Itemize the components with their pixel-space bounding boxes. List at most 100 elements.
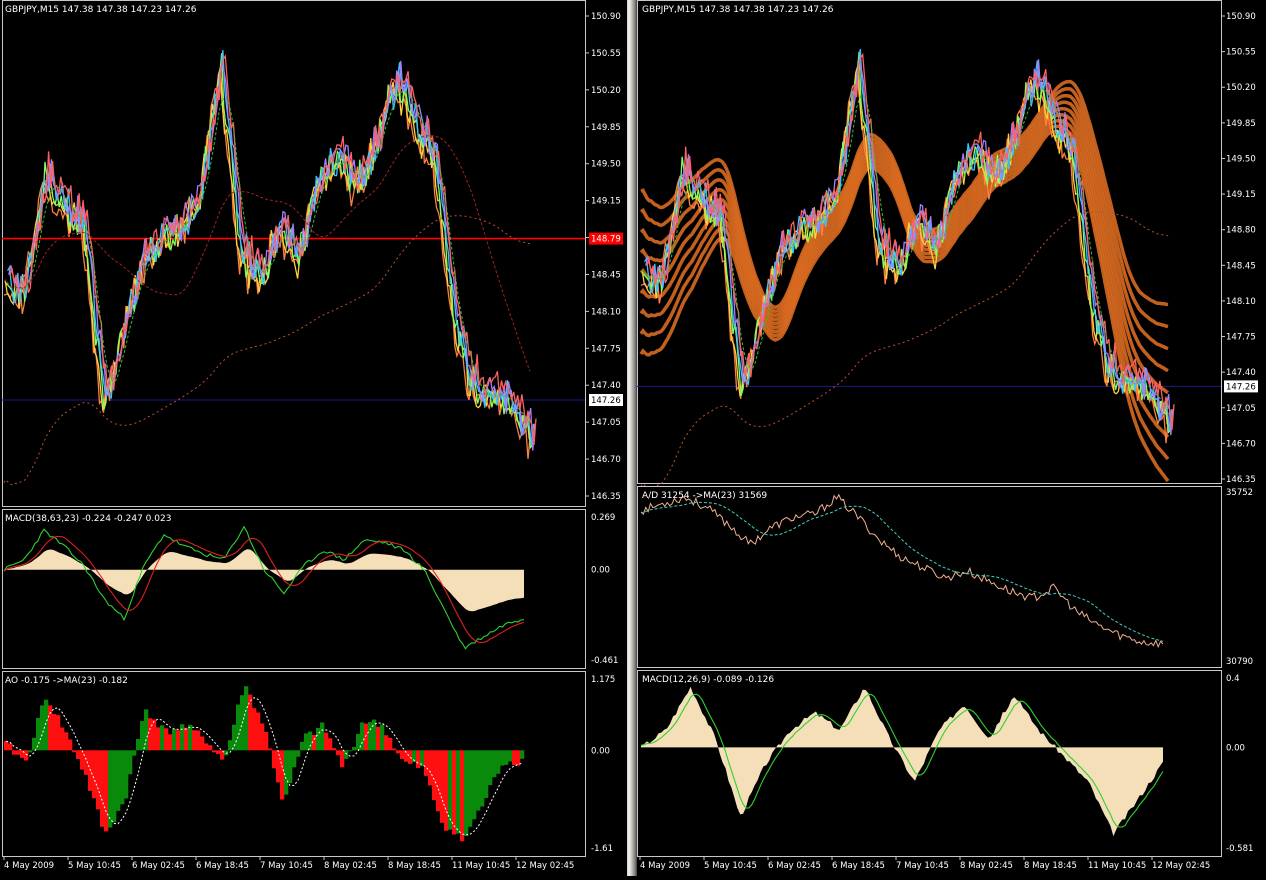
right-time-tick-label: 11 May 10:45 — [1088, 861, 1146, 871]
right-time-tick-label: 12 May 02:45 — [1152, 861, 1210, 871]
left-ao-bar — [512, 750, 517, 766]
right-price-tick-label: 148.10 — [1226, 297, 1256, 307]
left-ao-bar — [260, 723, 265, 751]
right-time-tick-label: 7 May 10:45 — [896, 861, 949, 871]
left-ao-bar — [496, 750, 501, 774]
left-ao-bar — [328, 738, 333, 751]
left-ao-bar — [12, 750, 17, 755]
left-ao-bar — [112, 750, 117, 823]
left-price-tick-label: 148.45 — [591, 270, 621, 280]
left-ao-bar — [212, 750, 217, 753]
left-ao-bar — [32, 737, 37, 751]
left-price-tick-label: 149.15 — [591, 197, 621, 207]
right-chart-svg[interactable]: 150.90 150.55 150.20 149.85 149.50 149.15 148.… — [637, 0, 1266, 876]
left-ao-bar — [456, 750, 461, 834]
left-ao-bar — [128, 750, 133, 775]
left-ao-bar — [24, 750, 29, 761]
left-ao-bar — [516, 750, 521, 766]
left-ao-bar — [252, 708, 257, 751]
left-price-tick-label: 146.70 — [591, 455, 621, 465]
left-time-tick-label: 11 May 10:45 — [452, 861, 510, 871]
left-ao-bar — [504, 750, 509, 765]
left-ao-bar — [284, 750, 289, 795]
left-ao-bar — [52, 713, 57, 751]
right-price-tag: 147.26 — [1226, 382, 1256, 392]
left-ao-bar — [332, 748, 337, 751]
left-ao-bar — [164, 728, 169, 751]
left-ao-bar — [424, 750, 429, 776]
left-price-tick-label: 147.75 — [591, 344, 621, 354]
left-ao-bar — [380, 724, 385, 751]
left-ao-bar — [64, 732, 69, 751]
right-price-tick-label: 150.20 — [1226, 83, 1256, 93]
left-ao-bar — [288, 750, 293, 784]
right-time-tick-label: 4 May 2009 — [640, 861, 690, 871]
left-chart-svg[interactable]: 150.90 150.55 150.20 149.85 149.50 149.15 148.… — [0, 0, 627, 876]
left-price-tick-label: 149.85 — [591, 123, 621, 133]
left-ao-bar — [364, 723, 369, 751]
left-ao-bar — [348, 750, 353, 752]
left-price-tick-label: 150.55 — [591, 49, 621, 59]
right-price-tick-label: 147.05 — [1226, 404, 1256, 414]
left-ao-bar — [36, 717, 41, 751]
left-ao-bar — [204, 743, 209, 751]
left-chart-header: GBPJPY,M15 147.38 147.38 147.23 147.26 — [5, 5, 197, 15]
left-time-tick-label: 8 May 02:45 — [324, 861, 377, 871]
left-ao-bar — [344, 750, 349, 759]
left-ao-bar — [172, 728, 177, 751]
left-ao-bar — [280, 750, 285, 800]
left-macd-tick-label: 0.269 — [591, 513, 615, 523]
right-chart-window[interactable]: 150.90 150.55 150.20 149.85 149.50 149.15 148.… — [637, 0, 1266, 876]
right-price-tick-label: 148.45 — [1226, 261, 1256, 271]
left-ao-bar — [264, 731, 269, 751]
left-ao-bar — [244, 686, 249, 751]
left-ao-bar — [472, 750, 477, 820]
left-ao-bar — [388, 737, 393, 751]
left-time-tick-label: 12 May 02:45 — [516, 861, 574, 871]
right-ad-tick-label: 30790 — [1226, 657, 1253, 667]
left-ao-bar — [376, 726, 381, 751]
left-ao-tick-label: -1.61 — [591, 844, 613, 854]
right-macd-tick-label: 0.4 — [1226, 674, 1240, 684]
left-time-tick-label: 8 May 18:45 — [388, 861, 441, 871]
left-ao-bar — [492, 750, 497, 778]
left-ao-bar — [180, 724, 185, 751]
right-time-tick-label: 6 May 02:45 — [768, 861, 821, 871]
left-ao-bar — [72, 750, 77, 753]
left-price-tick-label: 150.20 — [591, 86, 621, 96]
left-ao-bar — [60, 727, 65, 751]
left-ao-bar — [308, 731, 313, 751]
right-ad-header: A/D 31254 ->MA(23) 31569 — [642, 491, 767, 501]
left-macd-header: MACD(38,63,23) -0.224 -0.247 0.023 — [5, 514, 171, 524]
left-ao-bar — [316, 727, 321, 751]
left-ao-bar — [28, 750, 33, 753]
left-ao-bar — [336, 750, 341, 756]
left-ao-bar — [148, 718, 153, 751]
left-ao-bar — [40, 705, 45, 751]
right-ad-pane[interactable] — [637, 486, 1222, 668]
left-ao-bar — [428, 750, 433, 786]
left-ao-bar — [152, 719, 157, 751]
left-time-tick-label: 4 May 2009 — [4, 861, 54, 871]
left-ao-bar — [444, 750, 449, 831]
left-ao-bar — [176, 730, 181, 751]
right-price-tick-label: 147.75 — [1226, 333, 1256, 343]
right-time-tick-label: 8 May 18:45 — [1024, 861, 1077, 871]
left-ao-bar — [396, 750, 401, 754]
left-ao-tick-label: 0.00 — [591, 746, 610, 756]
left-price-tick-label: 146.35 — [591, 492, 621, 502]
left-ao-bar — [432, 750, 437, 801]
left-chart-window[interactable]: 150.90 150.55 150.20 149.85 149.50 149.15 148.… — [0, 0, 627, 876]
left-ao-bar — [272, 750, 277, 769]
left-ao-bar — [196, 730, 201, 751]
left-level-tag: 148.79 — [591, 235, 621, 245]
left-ao-bar — [448, 750, 453, 830]
left-ao-bar — [304, 733, 309, 751]
left-ao-bar — [384, 735, 389, 751]
left-ao-bar — [116, 750, 121, 811]
left-ao-bar — [100, 750, 105, 827]
right-ad-tick-label: 35752 — [1226, 488, 1253, 498]
window-splitter[interactable] — [627, 0, 637, 876]
left-ao-bar — [56, 715, 61, 751]
right-macd-tick-label: 0.00 — [1226, 743, 1245, 753]
